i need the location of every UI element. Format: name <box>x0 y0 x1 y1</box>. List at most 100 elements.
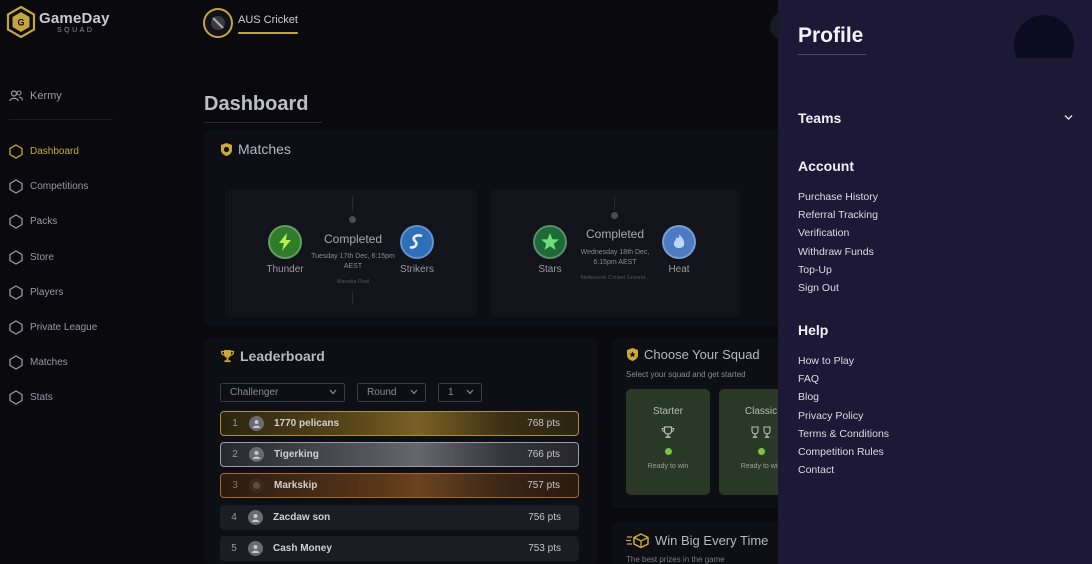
competition-select-value: Challenger <box>230 387 279 398</box>
leaderboard-points: 766 pts <box>527 449 560 460</box>
sidebar-item-label: Store <box>30 251 54 263</box>
brand-sub: SQUAD <box>57 26 95 34</box>
leaderboard-heading-label: Leaderboard <box>240 348 325 364</box>
account-links: Purchase History Referral Tracking Verif… <box>798 191 878 300</box>
link-terms-conditions[interactable]: Terms & Conditions <box>798 428 889 446</box>
round-number-value: 1 <box>448 387 454 398</box>
teams-toggle[interactable]: Teams <box>798 110 841 126</box>
link-faq[interactable]: FAQ <box>798 373 889 391</box>
sidebar-item-dashboard[interactable]: Dashboard <box>9 134 97 169</box>
leaderboard-points: 756 pts <box>528 512 561 523</box>
win-heading-label: Win Big Every Time <box>655 533 769 548</box>
sidebar-item-label: Packs <box>30 216 58 228</box>
sidebar-item-label: Dashboard <box>30 146 79 158</box>
account-heading: Account <box>798 158 854 174</box>
profile-title: Profile <box>798 24 864 47</box>
hexagon-icon <box>9 249 23 265</box>
users-icon <box>9 90 23 102</box>
leaderboard-heading: Leaderboard <box>220 348 325 364</box>
sidebar-divider <box>9 119 113 120</box>
trophy-icon <box>626 426 710 444</box>
hexagon-icon <box>9 285 23 300</box>
sidebar-item-private-league[interactable]: Private League <box>9 310 97 345</box>
chevron-down-icon[interactable] <box>1064 114 1073 121</box>
leaderboard-name: Zacdaw son <box>273 512 331 523</box>
link-sign-out[interactable]: Sign Out <box>798 282 878 300</box>
leaderboard-row[interactable]: 5 Cash Money 753 pts <box>220 536 579 561</box>
squad-heading: Choose Your Squad <box>626 347 760 362</box>
tab-label: AUS Cricket <box>238 14 298 26</box>
sidebar-item-matches[interactable]: Matches <box>9 345 97 380</box>
brand-logo[interactable]: G GameDay SQUAD <box>6 6 110 38</box>
shield-star-icon <box>627 348 638 361</box>
match-card[interactable]: Stars Completed Wednesday 18th Dec, 6:15… <box>490 189 740 317</box>
link-referral-tracking[interactable]: Referral Tracking <box>798 209 878 227</box>
link-purchase-history[interactable]: Purchase History <box>798 191 878 209</box>
sidebar-item-store[interactable]: Store <box>9 240 97 275</box>
avatar <box>249 447 264 462</box>
squad-card-starter[interactable]: Starter Ready to win <box>626 389 710 495</box>
leaderboard-row[interactable]: 3 Markskip 757 pts <box>220 473 579 498</box>
leaderboard-name: Markskip <box>274 480 318 491</box>
sidebar-nav: Dashboard Competitions Packs Store Playe… <box>9 134 97 416</box>
hexagon-icon <box>9 179 23 195</box>
leaderboard-row[interactable]: 4 Zacdaw son 756 pts <box>220 505 579 530</box>
user-profile-link[interactable]: Kermy <box>9 90 62 102</box>
sidebar: G GameDay SQUAD Kermy Dashboard Competit… <box>0 0 185 564</box>
link-withdraw-funds[interactable]: Withdraw Funds <box>798 246 878 264</box>
heat-logo-icon <box>662 225 696 259</box>
sidebar-item-players[interactable]: Players <box>9 275 97 310</box>
match-card[interactable]: Thunder Completed Tuesday 17th Dec, 6:15… <box>225 189 477 317</box>
away-team-name: Heat <box>668 264 690 275</box>
user-name: Kermy <box>30 90 62 102</box>
tab-aus-cricket[interactable]: AUS Cricket <box>203 8 298 38</box>
link-how-to-play[interactable]: How to Play <box>798 355 889 373</box>
hexagon-icon <box>9 390 23 406</box>
hexagon-icon <box>9 355 23 370</box>
leaderboard-rank: 2 <box>232 449 238 460</box>
leaderboard-name: Cash Money <box>273 543 332 554</box>
link-blog[interactable]: Blog <box>798 391 889 409</box>
trophy-icon <box>220 350 235 363</box>
squad-subtitle: Select your squad and get started <box>626 370 746 379</box>
away-team: Strikers <box>385 225 449 275</box>
away-team-name: Strikers <box>400 264 434 275</box>
chevron-down-icon <box>329 389 337 395</box>
link-contact[interactable]: Contact <box>798 464 889 482</box>
competition-select[interactable]: Challenger <box>220 383 345 402</box>
match-line <box>352 291 353 305</box>
leaderboard-row[interactable]: 2 Tigerking 766 pts <box>220 442 579 467</box>
hexagon-icon <box>9 214 23 230</box>
stars-logo-icon <box>533 225 567 259</box>
page-title-underline <box>204 122 322 123</box>
help-links: How to Play FAQ Blog Privacy Policy Term… <box>798 355 889 482</box>
round-select[interactable]: Round <box>357 383 426 402</box>
leaderboard-points: 753 pts <box>528 543 561 554</box>
cricket-ball-icon <box>203 8 233 38</box>
leaderboard-rank: 5 <box>231 543 237 554</box>
round-number-select[interactable]: 1 <box>438 383 482 402</box>
match-line <box>352 196 353 211</box>
sidebar-item-packs[interactable]: Packs <box>9 204 97 239</box>
away-team: Heat <box>647 225 711 275</box>
squad-card-status: Ready to win <box>647 463 689 470</box>
help-heading: Help <box>798 322 829 338</box>
brand-name: GameDay <box>39 9 110 27</box>
leaderboard-name: Tigerking <box>274 449 319 460</box>
leaderboard-points: 757 pts <box>527 480 560 491</box>
app: G GameDay SQUAD Kermy Dashboard Competit… <box>0 0 1092 564</box>
link-verification[interactable]: Verification <box>798 227 878 245</box>
sidebar-item-label: Stats <box>30 392 53 404</box>
sidebar-item-competitions[interactable]: Competitions <box>9 169 97 204</box>
link-competition-rules[interactable]: Competition Rules <box>798 446 889 464</box>
link-privacy-policy[interactable]: Privacy Policy <box>798 410 889 428</box>
leaderboard-name: 1770 pelicans <box>274 418 340 429</box>
leaderboard-points: 768 pts <box>527 418 560 429</box>
match-line <box>614 196 615 210</box>
avatar <box>249 416 264 431</box>
squad-card-title: Starter <box>652 406 683 417</box>
sidebar-item-stats[interactable]: Stats <box>9 380 97 415</box>
chevron-down-icon <box>466 389 474 395</box>
link-top-up[interactable]: Top-Up <box>798 264 878 282</box>
leaderboard-row[interactable]: 1 1770 pelicans 768 pts <box>220 411 579 436</box>
